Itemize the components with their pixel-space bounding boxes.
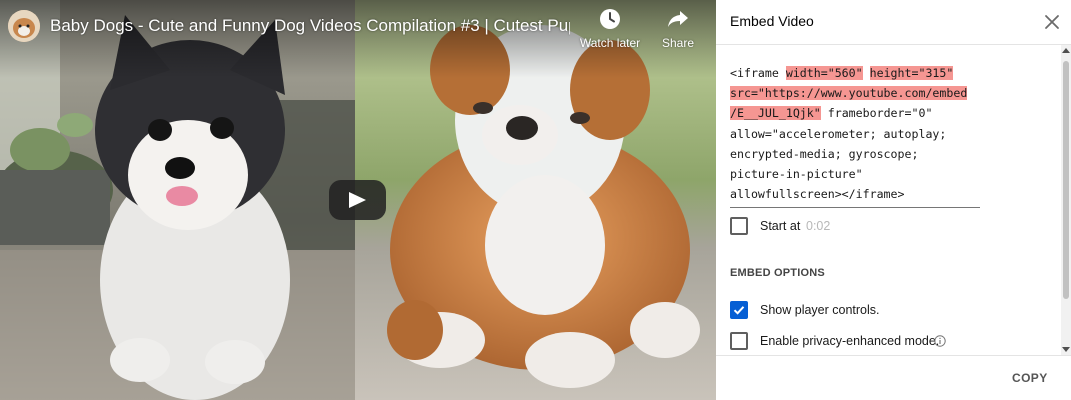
panel-title: Embed Video [730, 13, 814, 29]
option-privacy-mode: Enable privacy-enhanced mode. [730, 332, 1050, 352]
embed-panel: Embed Video <iframe width="560" height="… [716, 0, 1071, 400]
code-video-id: /E__JUL_1Qjk" [730, 106, 821, 121]
code-width: width="560" [785, 66, 863, 80]
code-text: picture-in-picture" [730, 167, 863, 182]
copy-button[interactable]: COPY [1012, 371, 1048, 385]
start-at-time[interactable]: 0:02 [806, 219, 830, 233]
share-arrow-icon [668, 11, 688, 27]
watch-later-button[interactable]: Watch later [575, 8, 645, 50]
show-controls-checkbox[interactable] [730, 301, 748, 319]
start-at-checkbox[interactable] [730, 217, 748, 235]
close-icon [1045, 15, 1059, 29]
code-text: allowfullscreen></iframe> [730, 187, 905, 202]
share-button[interactable]: Share [643, 8, 713, 50]
code-text: allow="accelerometer; autoplay; [730, 126, 947, 141]
play-button[interactable] [329, 180, 386, 220]
puppy-avatar-icon [8, 10, 40, 42]
checkmark-icon [733, 306, 745, 315]
info-icon[interactable] [934, 335, 946, 347]
privacy-mode-label: Enable privacy-enhanced mode. [760, 334, 940, 348]
video-preview[interactable]: Baby Dogs - Cute and Funny Dog Videos Co… [0, 0, 716, 400]
code-text: encrypted-media; gyroscope; [730, 146, 919, 161]
panel-header: Embed Video [716, 0, 1071, 44]
start-at-label: Start at [760, 219, 801, 233]
embed-options-title: EMBED OPTIONS [730, 267, 825, 279]
scroll-up-arrow-icon[interactable] [1062, 48, 1070, 53]
code-text: <iframe [730, 66, 786, 80]
channel-avatar[interactable] [8, 10, 40, 42]
video-title[interactable]: Baby Dogs - Cute and Funny Dog Videos Co… [50, 16, 570, 36]
privacy-mode-checkbox[interactable] [730, 332, 748, 350]
scrollbar[interactable] [1061, 45, 1071, 355]
scrollbar-thumb[interactable] [1063, 61, 1069, 299]
show-controls-label: Show player controls. [760, 303, 880, 317]
share-label: Share [661, 36, 695, 50]
code-text: frameborder="0" [820, 106, 933, 121]
watch-later-label: Watch later [579, 36, 641, 50]
embed-code-textarea[interactable]: <iframe width="560" height="315" src="ht… [730, 63, 980, 209]
scroll-down-arrow-icon[interactable] [1062, 347, 1070, 352]
start-at-row: Start at 0:02 [730, 217, 1050, 237]
code-height: height="315" [869, 66, 954, 80]
code-src: src="https://www.youtube.com/embed [730, 86, 968, 101]
play-icon [349, 192, 366, 208]
clock-icon [600, 9, 620, 29]
close-button[interactable] [1042, 12, 1062, 32]
option-show-controls: Show player controls. [730, 301, 1050, 321]
panel-scroll-area[interactable]: <iframe width="560" height="315" src="ht… [716, 44, 1071, 356]
